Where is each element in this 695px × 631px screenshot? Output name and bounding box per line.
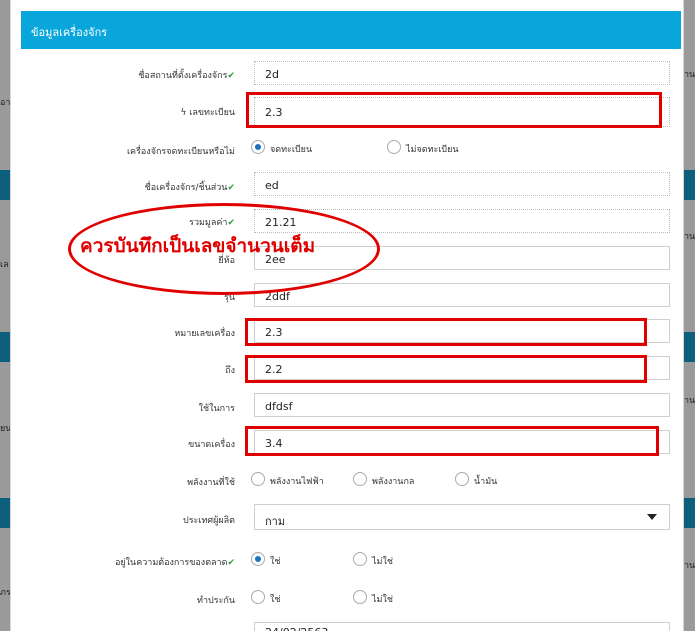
- radio-empty-icon: [387, 140, 401, 154]
- in-market-label: อยู่ในความต้องการของตลาด✔: [114, 558, 235, 568]
- modal-title: ข้อมูลเครื่องจักร: [31, 26, 108, 39]
- background-text: าน: [684, 70, 695, 80]
- modal-header: ข้อมูลเครื่องจักร: [21, 11, 681, 49]
- registration-status-label: เครื่องจักรจดทะเบียนหรือไม่: [126, 147, 235, 157]
- radio-empty-icon: [353, 472, 367, 486]
- registration-number-input[interactable]: 2.3: [254, 97, 670, 127]
- serial-to-input[interactable]: 2.2: [254, 356, 670, 380]
- brand-input[interactable]: 2ee: [254, 246, 670, 270]
- location-label: ชื่อสถานที่ตั้งเครื่องจักร✔: [138, 71, 235, 81]
- country-selected-value: กาม: [265, 515, 286, 528]
- bolt-icon: ϟ: [180, 108, 187, 118]
- radio-selected-icon: [251, 552, 265, 566]
- total-value-label: รวมมูลค่า✔: [189, 218, 235, 228]
- background-text: าน: [684, 232, 695, 242]
- machine-name-label: ชื่อเครื่องจักร/ชิ้นส่วน✔: [144, 183, 235, 193]
- radio-empty-icon: [251, 590, 265, 604]
- check-icon: ✔: [227, 71, 235, 81]
- check-icon: ✔: [227, 183, 235, 193]
- background-text: เล: [0, 260, 9, 270]
- machine-name-input[interactable]: ed: [254, 172, 670, 196]
- machine-info-modal: ข้อมูลเครื่องจักร ชื่อสถานที่ตั้งเครื่อง…: [10, 0, 684, 631]
- radio-selected-icon: [251, 140, 265, 154]
- country-select[interactable]: กาม: [254, 504, 670, 530]
- energy-label: พลังงานที่ใช้: [187, 478, 235, 488]
- machine-size-label: ขนาดเครื่อง: [188, 440, 235, 450]
- usage-input[interactable]: dfdsf: [254, 393, 670, 417]
- insured-label: ทำประกัน: [197, 596, 235, 606]
- check-icon: ✔: [227, 558, 235, 568]
- model-label: รุ่น: [224, 293, 235, 303]
- chevron-down-icon: [647, 514, 657, 520]
- background-text: ิอา: [0, 98, 11, 108]
- registration-number-label: ϟ เลขทะเบียน: [180, 108, 235, 118]
- radio-empty-icon: [455, 472, 469, 486]
- radio-empty-icon: [251, 472, 265, 486]
- serial-number-label: หมายเลขเครื่อง: [174, 329, 235, 339]
- radio-empty-icon: [353, 552, 367, 566]
- check-icon: ✔: [227, 218, 235, 228]
- model-input[interactable]: 2ddf: [254, 283, 670, 307]
- date-input-partial[interactable]: 24/02/2563: [254, 622, 670, 631]
- total-value-input[interactable]: 21.21: [254, 209, 670, 233]
- country-label: ประเทศผู้ผลิต: [182, 516, 235, 526]
- machine-size-input[interactable]: 3.4: [254, 430, 670, 454]
- usage-label: ใช้ในการ: [198, 404, 235, 414]
- annotation-note: ควรบันทึกเป็นเลขจำนวนเต็ม: [80, 235, 316, 257]
- background-text: าน: [684, 561, 695, 571]
- serial-number-input[interactable]: 2.3: [254, 319, 670, 343]
- radio-empty-icon: [353, 590, 367, 604]
- serial-to-label: ถึง: [225, 366, 235, 376]
- location-input[interactable]: 2d: [254, 61, 670, 85]
- background-text: าน: [684, 396, 695, 406]
